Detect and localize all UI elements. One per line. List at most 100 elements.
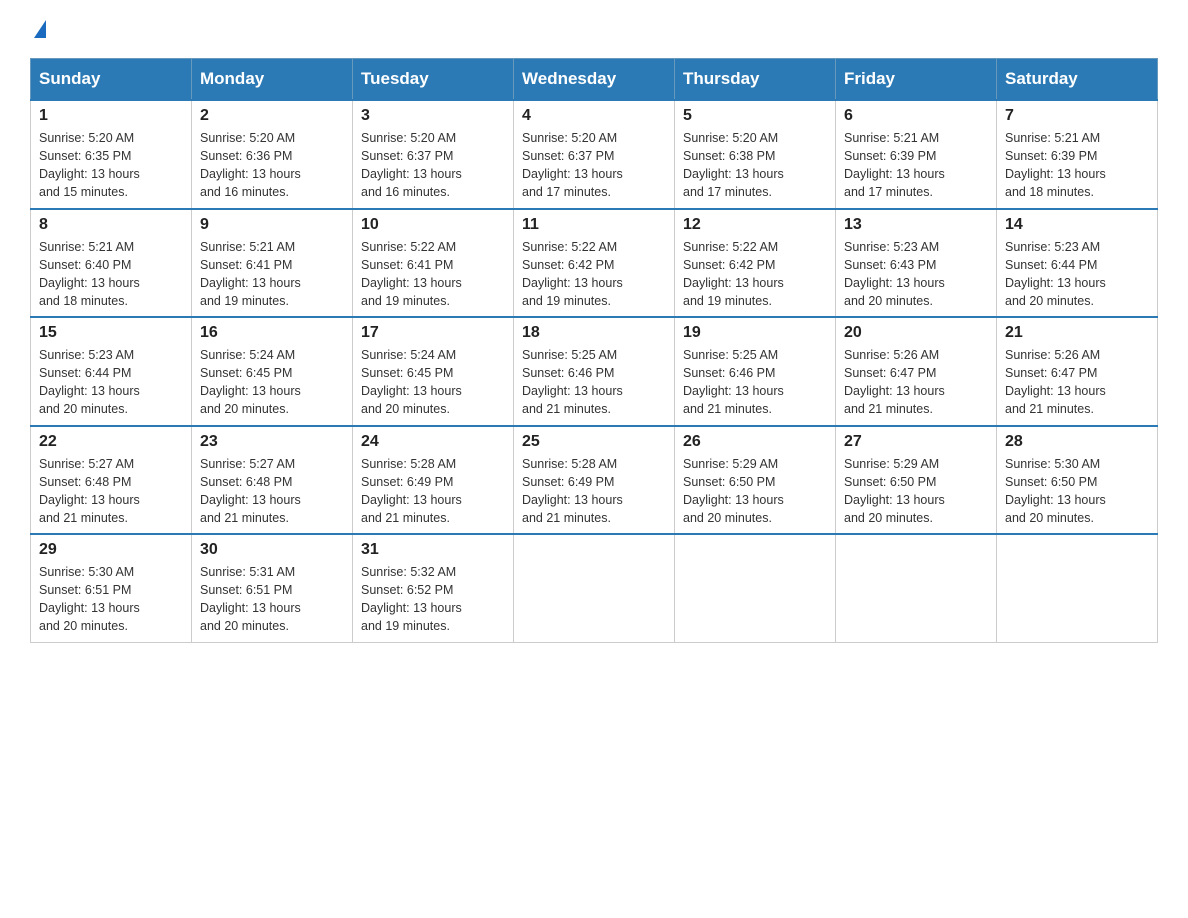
day-number: 8 [39, 216, 183, 234]
day-info: Sunrise: 5:32 AM Sunset: 6:52 PM Dayligh… [361, 563, 505, 636]
day-info: Sunrise: 5:21 AM Sunset: 6:40 PM Dayligh… [39, 238, 183, 311]
calendar-cell [836, 534, 997, 642]
calendar-cell: 20 Sunrise: 5:26 AM Sunset: 6:47 PM Dayl… [836, 317, 997, 426]
day-info: Sunrise: 5:26 AM Sunset: 6:47 PM Dayligh… [844, 346, 988, 419]
day-number: 9 [200, 216, 344, 234]
calendar-cell: 10 Sunrise: 5:22 AM Sunset: 6:41 PM Dayl… [353, 209, 514, 318]
calendar-header-row: SundayMondayTuesdayWednesdayThursdayFrid… [31, 59, 1158, 101]
day-info: Sunrise: 5:27 AM Sunset: 6:48 PM Dayligh… [200, 455, 344, 528]
day-number: 30 [200, 541, 344, 559]
logo [30, 20, 46, 38]
column-header-sunday: Sunday [31, 59, 192, 101]
day-number: 20 [844, 324, 988, 342]
calendar-cell: 28 Sunrise: 5:30 AM Sunset: 6:50 PM Dayl… [997, 426, 1158, 535]
day-info: Sunrise: 5:23 AM Sunset: 6:43 PM Dayligh… [844, 238, 988, 311]
day-info: Sunrise: 5:21 AM Sunset: 6:41 PM Dayligh… [200, 238, 344, 311]
day-number: 25 [522, 433, 666, 451]
day-info: Sunrise: 5:22 AM Sunset: 6:41 PM Dayligh… [361, 238, 505, 311]
calendar-week-1: 1 Sunrise: 5:20 AM Sunset: 6:35 PM Dayli… [31, 100, 1158, 209]
calendar-cell: 16 Sunrise: 5:24 AM Sunset: 6:45 PM Dayl… [192, 317, 353, 426]
day-info: Sunrise: 5:23 AM Sunset: 6:44 PM Dayligh… [39, 346, 183, 419]
column-header-tuesday: Tuesday [353, 59, 514, 101]
day-info: Sunrise: 5:20 AM Sunset: 6:35 PM Dayligh… [39, 129, 183, 202]
calendar-cell: 27 Sunrise: 5:29 AM Sunset: 6:50 PM Dayl… [836, 426, 997, 535]
day-number: 24 [361, 433, 505, 451]
calendar-cell: 29 Sunrise: 5:30 AM Sunset: 6:51 PM Dayl… [31, 534, 192, 642]
day-info: Sunrise: 5:30 AM Sunset: 6:51 PM Dayligh… [39, 563, 183, 636]
calendar-cell: 26 Sunrise: 5:29 AM Sunset: 6:50 PM Dayl… [675, 426, 836, 535]
day-number: 18 [522, 324, 666, 342]
calendar-cell: 3 Sunrise: 5:20 AM Sunset: 6:37 PM Dayli… [353, 100, 514, 209]
calendar-cell: 21 Sunrise: 5:26 AM Sunset: 6:47 PM Dayl… [997, 317, 1158, 426]
day-info: Sunrise: 5:29 AM Sunset: 6:50 PM Dayligh… [844, 455, 988, 528]
calendar-cell [675, 534, 836, 642]
calendar-cell: 17 Sunrise: 5:24 AM Sunset: 6:45 PM Dayl… [353, 317, 514, 426]
logo-triangle-icon [34, 20, 46, 38]
column-header-wednesday: Wednesday [514, 59, 675, 101]
day-info: Sunrise: 5:28 AM Sunset: 6:49 PM Dayligh… [361, 455, 505, 528]
day-number: 19 [683, 324, 827, 342]
day-info: Sunrise: 5:29 AM Sunset: 6:50 PM Dayligh… [683, 455, 827, 528]
day-info: Sunrise: 5:31 AM Sunset: 6:51 PM Dayligh… [200, 563, 344, 636]
calendar-cell: 9 Sunrise: 5:21 AM Sunset: 6:41 PM Dayli… [192, 209, 353, 318]
calendar-cell: 18 Sunrise: 5:25 AM Sunset: 6:46 PM Dayl… [514, 317, 675, 426]
column-header-monday: Monday [192, 59, 353, 101]
day-number: 6 [844, 107, 988, 125]
calendar-cell: 14 Sunrise: 5:23 AM Sunset: 6:44 PM Dayl… [997, 209, 1158, 318]
day-number: 5 [683, 107, 827, 125]
day-number: 26 [683, 433, 827, 451]
day-info: Sunrise: 5:20 AM Sunset: 6:38 PM Dayligh… [683, 129, 827, 202]
day-number: 3 [361, 107, 505, 125]
day-number: 13 [844, 216, 988, 234]
calendar-table: SundayMondayTuesdayWednesdayThursdayFrid… [30, 58, 1158, 643]
day-info: Sunrise: 5:25 AM Sunset: 6:46 PM Dayligh… [683, 346, 827, 419]
column-header-friday: Friday [836, 59, 997, 101]
column-header-saturday: Saturday [997, 59, 1158, 101]
day-number: 7 [1005, 107, 1149, 125]
day-number: 23 [200, 433, 344, 451]
day-number: 4 [522, 107, 666, 125]
calendar-cell: 2 Sunrise: 5:20 AM Sunset: 6:36 PM Dayli… [192, 100, 353, 209]
day-info: Sunrise: 5:28 AM Sunset: 6:49 PM Dayligh… [522, 455, 666, 528]
day-info: Sunrise: 5:20 AM Sunset: 6:36 PM Dayligh… [200, 129, 344, 202]
day-number: 15 [39, 324, 183, 342]
calendar-cell: 19 Sunrise: 5:25 AM Sunset: 6:46 PM Dayl… [675, 317, 836, 426]
calendar-cell: 15 Sunrise: 5:23 AM Sunset: 6:44 PM Dayl… [31, 317, 192, 426]
day-number: 16 [200, 324, 344, 342]
calendar-cell: 5 Sunrise: 5:20 AM Sunset: 6:38 PM Dayli… [675, 100, 836, 209]
calendar-week-3: 15 Sunrise: 5:23 AM Sunset: 6:44 PM Dayl… [31, 317, 1158, 426]
day-info: Sunrise: 5:27 AM Sunset: 6:48 PM Dayligh… [39, 455, 183, 528]
day-number: 27 [844, 433, 988, 451]
calendar-cell: 8 Sunrise: 5:21 AM Sunset: 6:40 PM Dayli… [31, 209, 192, 318]
day-info: Sunrise: 5:20 AM Sunset: 6:37 PM Dayligh… [522, 129, 666, 202]
day-info: Sunrise: 5:21 AM Sunset: 6:39 PM Dayligh… [1005, 129, 1149, 202]
day-info: Sunrise: 5:25 AM Sunset: 6:46 PM Dayligh… [522, 346, 666, 419]
calendar-cell: 22 Sunrise: 5:27 AM Sunset: 6:48 PM Dayl… [31, 426, 192, 535]
calendar-cell: 24 Sunrise: 5:28 AM Sunset: 6:49 PM Dayl… [353, 426, 514, 535]
day-info: Sunrise: 5:30 AM Sunset: 6:50 PM Dayligh… [1005, 455, 1149, 528]
calendar-cell [997, 534, 1158, 642]
day-number: 31 [361, 541, 505, 559]
day-number: 1 [39, 107, 183, 125]
day-info: Sunrise: 5:23 AM Sunset: 6:44 PM Dayligh… [1005, 238, 1149, 311]
calendar-cell: 12 Sunrise: 5:22 AM Sunset: 6:42 PM Dayl… [675, 209, 836, 318]
calendar-cell: 23 Sunrise: 5:27 AM Sunset: 6:48 PM Dayl… [192, 426, 353, 535]
day-number: 17 [361, 324, 505, 342]
calendar-cell: 6 Sunrise: 5:21 AM Sunset: 6:39 PM Dayli… [836, 100, 997, 209]
calendar-cell: 13 Sunrise: 5:23 AM Sunset: 6:43 PM Dayl… [836, 209, 997, 318]
day-info: Sunrise: 5:24 AM Sunset: 6:45 PM Dayligh… [200, 346, 344, 419]
calendar-cell: 11 Sunrise: 5:22 AM Sunset: 6:42 PM Dayl… [514, 209, 675, 318]
day-info: Sunrise: 5:20 AM Sunset: 6:37 PM Dayligh… [361, 129, 505, 202]
calendar-week-2: 8 Sunrise: 5:21 AM Sunset: 6:40 PM Dayli… [31, 209, 1158, 318]
calendar-cell: 25 Sunrise: 5:28 AM Sunset: 6:49 PM Dayl… [514, 426, 675, 535]
calendar-cell: 7 Sunrise: 5:21 AM Sunset: 6:39 PM Dayli… [997, 100, 1158, 209]
calendar-cell: 30 Sunrise: 5:31 AM Sunset: 6:51 PM Dayl… [192, 534, 353, 642]
day-info: Sunrise: 5:22 AM Sunset: 6:42 PM Dayligh… [522, 238, 666, 311]
page-header [30, 20, 1158, 38]
day-info: Sunrise: 5:24 AM Sunset: 6:45 PM Dayligh… [361, 346, 505, 419]
day-info: Sunrise: 5:26 AM Sunset: 6:47 PM Dayligh… [1005, 346, 1149, 419]
day-number: 11 [522, 216, 666, 234]
calendar-cell: 4 Sunrise: 5:20 AM Sunset: 6:37 PM Dayli… [514, 100, 675, 209]
day-number: 10 [361, 216, 505, 234]
calendar-week-5: 29 Sunrise: 5:30 AM Sunset: 6:51 PM Dayl… [31, 534, 1158, 642]
